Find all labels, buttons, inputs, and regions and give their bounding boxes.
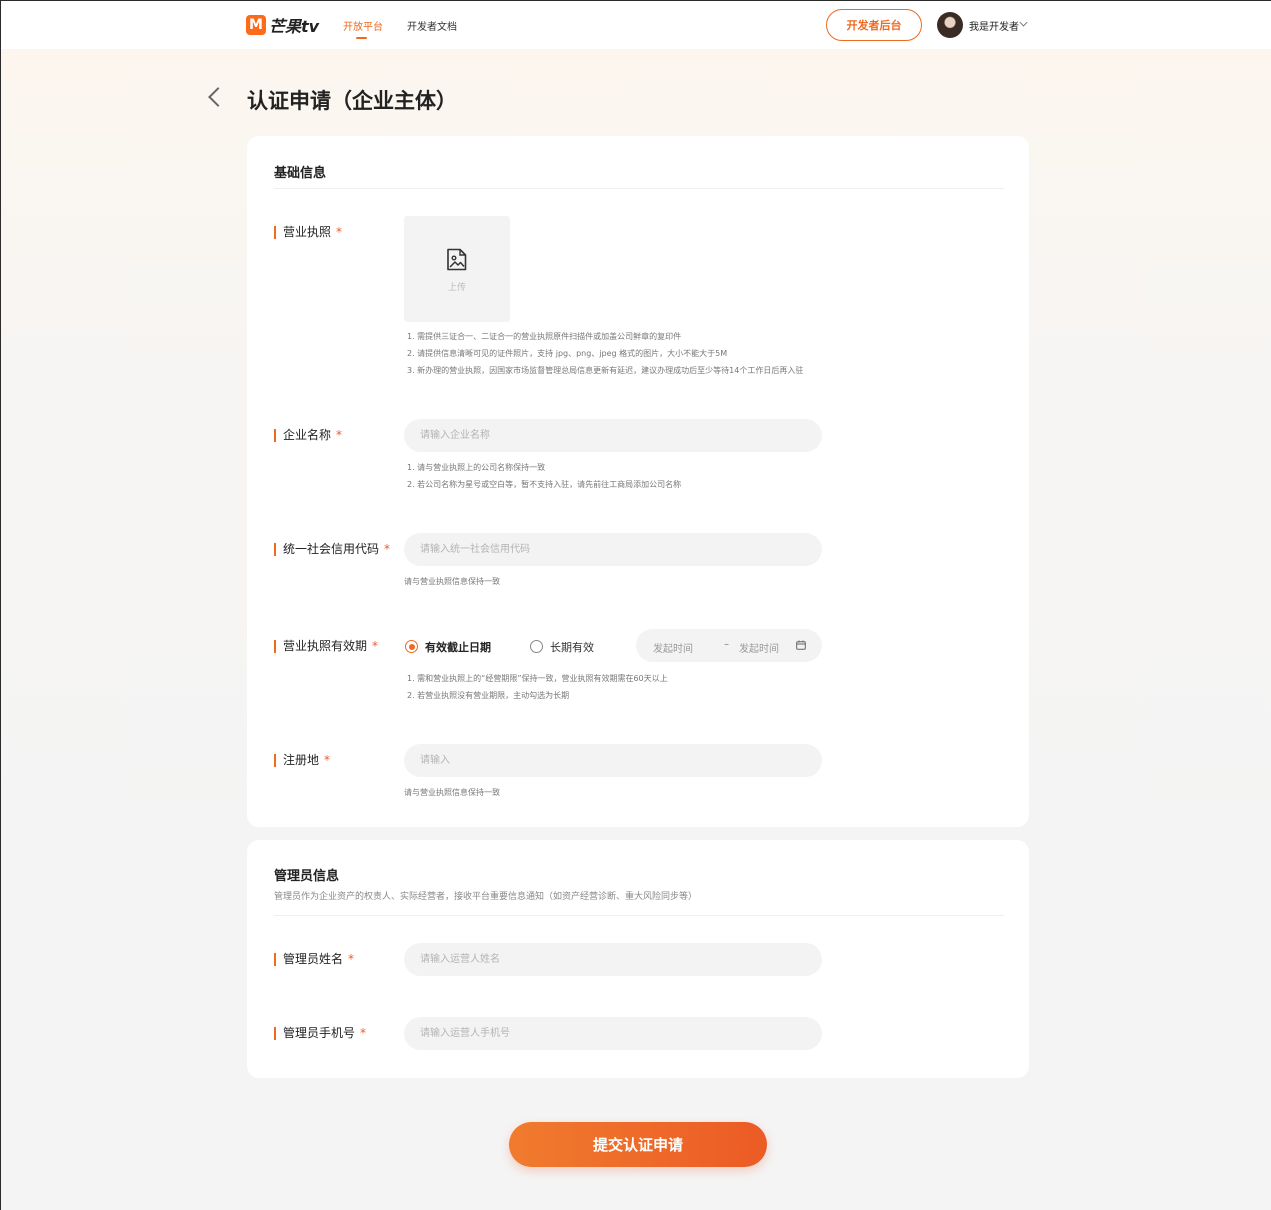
developer-console-button[interactable]: 开发者后台 — [826, 9, 922, 41]
image-upload-icon — [447, 248, 467, 271]
mango-tv-logo[interactable]: M 芒果tv — [246, 14, 319, 36]
radio-label-expiry-date[interactable]: 有效截止日期 — [425, 639, 491, 655]
radio-expiry-date[interactable] — [405, 640, 418, 653]
hint-line: 3. 新办理的营业执照，因国家市场监督管理总局信息更新有延迟，建议办理成功后至少… — [407, 366, 804, 375]
hint-line: 1. 需和营业执照上的“经营期限”保持一致，营业执照有效期需在60天以上 — [407, 674, 668, 683]
registered-address-hint: 请与营业执照信息保持一致 — [404, 788, 500, 797]
upload-label: 上传 — [447, 283, 466, 293]
company-name-input[interactable] — [404, 419, 822, 452]
validity-hints: 1. 需和营业执照上的“经营期限”保持一致，营业执照有效期需在60天以上 2. … — [407, 670, 668, 704]
label-text: 注册地 — [283, 753, 320, 767]
label-text: 营业执照有效期 — [283, 639, 368, 653]
label-text: 营业执照 — [283, 225, 332, 239]
field-label-validity: 营业执照有效期 * — [274, 640, 378, 653]
field-label-registered-address: 注册地 * — [274, 754, 330, 767]
submit-certification-button[interactable]: 提交认证申请 — [509, 1122, 767, 1167]
calendar-icon[interactable] — [796, 640, 806, 650]
nav-open-platform[interactable]: 开放平台 — [343, 18, 383, 33]
nav-active-indicator — [356, 37, 367, 39]
chevron-down-icon[interactable] — [1019, 18, 1028, 27]
required-mark: * — [384, 542, 391, 556]
field-label-license: 营业执照 * — [274, 226, 342, 239]
required-mark: * — [360, 1026, 367, 1040]
license-upload-box[interactable]: 上传 — [404, 216, 510, 322]
credit-code-input[interactable] — [404, 533, 822, 566]
admin-phone-input[interactable] — [404, 1017, 822, 1050]
section-title-admin: 管理员信息 — [274, 869, 340, 884]
avatar[interactable] — [937, 12, 963, 38]
radio-label-long-term[interactable]: 长期有效 — [550, 639, 594, 655]
registered-address-input[interactable] — [404, 744, 822, 777]
logo-mark-icon: M — [246, 15, 266, 35]
required-mark: * — [336, 225, 343, 239]
divider — [274, 915, 1004, 916]
field-label-credit-code: 统一社会信用代码 * — [274, 543, 390, 556]
admin-name-input[interactable] — [404, 943, 822, 976]
top-navigation-bar: M 芒果tv 开放平台 开发者文档 开发者后台 我是开发者 — [1, 1, 1271, 49]
company-name-hints: 1. 请与营业执照上的公司名称保持一致 2. 若公司名称为星号或空白等，暂不支持… — [407, 459, 681, 493]
label-text: 企业名称 — [283, 428, 332, 442]
back-arrow-icon[interactable] — [208, 87, 228, 107]
user-name[interactable]: 我是开发者 — [969, 18, 1019, 33]
admin-info-card: 管理员信息 管理员作为企业资产的权责人、实际经营者，接收平台重要信息通知（如资产… — [247, 840, 1029, 1078]
basic-info-card: 基础信息 营业执照 * 上传 1. 需提供三证合一、二证合一的营业执照原件扫描件或… — [247, 136, 1029, 827]
radio-long-term[interactable] — [530, 640, 543, 653]
license-hints: 1. 需提供三证合一、二证合一的营业执照原件扫描件或加盖公司鲜章的复印件 2. … — [407, 328, 803, 379]
date-range-picker[interactable]: 发起时间 – 发起时间 — [636, 629, 822, 662]
label-text: 管理员姓名 — [283, 952, 344, 966]
hint-line: 1. 请与营业执照上的公司名称保持一致 — [407, 463, 546, 472]
section-title-basic: 基础信息 — [274, 166, 327, 181]
field-label-admin-name: 管理员姓名 * — [274, 953, 354, 966]
page-title: 认证申请（企业主体） — [247, 89, 457, 113]
date-start[interactable]: 发起时间 — [653, 640, 693, 655]
date-separator: – — [724, 639, 729, 650]
required-mark: * — [372, 639, 379, 653]
date-end[interactable]: 发起时间 — [739, 640, 779, 655]
divider — [274, 188, 1004, 189]
required-mark: * — [336, 428, 343, 442]
credit-code-hint: 请与营业执照信息保持一致 — [404, 577, 500, 586]
field-label-admin-phone: 管理员手机号 * — [274, 1027, 366, 1040]
field-label-company-name: 企业名称 * — [274, 429, 342, 442]
label-text: 统一社会信用代码 — [283, 542, 380, 556]
hint-line: 2. 若公司名称为星号或空白等，暂不支持入驻，请先前往工商局添加公司名称 — [407, 480, 682, 489]
section-subtitle-admin: 管理员作为企业资产的权责人、实际经营者，接收平台重要信息通知（如资产经营诊断、重… — [274, 892, 698, 902]
required-mark: * — [348, 952, 355, 966]
hint-line: 1. 需提供三证合一、二证合一的营业执照原件扫描件或加盖公司鲜章的复印件 — [407, 332, 682, 341]
nav-developer-docs[interactable]: 开发者文档 — [407, 18, 457, 33]
label-text: 管理员手机号 — [283, 1026, 356, 1040]
logo-text: 芒果tv — [269, 17, 320, 36]
hint-line: 2. 若营业执照没有营业期限，主动勾选为长期 — [407, 691, 570, 700]
required-mark: * — [324, 753, 331, 767]
hint-line: 2. 请提供信息清晰可见的证件照片，支持 jpg、png、jpeg 格式的图片，… — [407, 349, 728, 358]
